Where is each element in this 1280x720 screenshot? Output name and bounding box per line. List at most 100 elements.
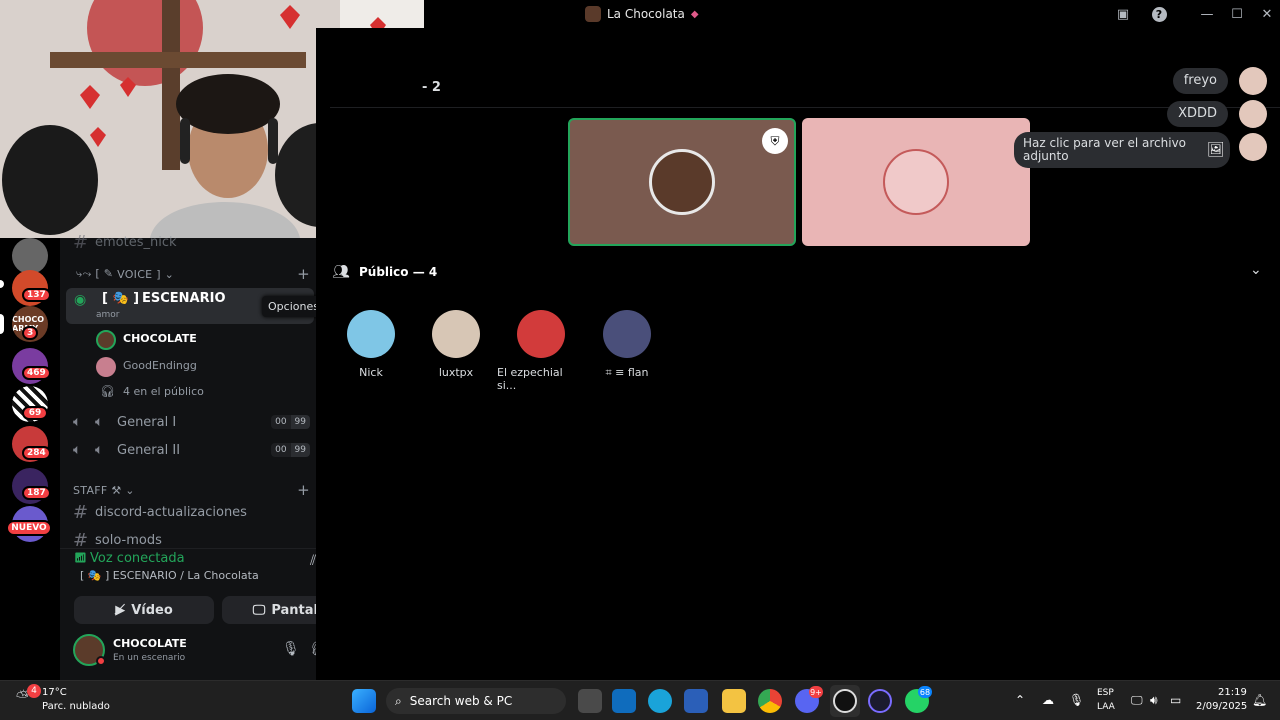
audience-member[interactable]: Nick [327, 310, 415, 379]
member-avatar [603, 310, 651, 358]
edge-icon[interactable] [648, 689, 672, 713]
category-name: STAFF ⚒ [73, 483, 122, 497]
voice-location[interactable]: [ 🎭 ] ESCENARIO / La Chocolata [80, 569, 259, 582]
speakers-count: - 2 [422, 80, 441, 95]
add-channel-icon[interactable]: + [297, 265, 310, 283]
attachment-text: Haz clic para ver el archivo adjunto [1023, 136, 1187, 163]
window-title: La Chocolata ◆ [585, 5, 699, 23]
battery-icon[interactable]: ▭ [1170, 693, 1181, 707]
speaker-icon: 🔈︎ [95, 414, 104, 430]
minimize-icon[interactable]: — [1196, 4, 1218, 24]
chevron-down-icon[interactable]: ⌄ [1250, 262, 1262, 278]
task-view-icon[interactable] [578, 689, 602, 713]
audience-member[interactable]: El ezpechial si... [497, 310, 585, 392]
stage-topic: amor [96, 310, 120, 320]
stage-user-name[interactable]: GoodEndingg [123, 359, 197, 372]
maximize-icon[interactable]: ☐ [1226, 4, 1248, 24]
chevron-up-icon[interactable]: ⌃ [1015, 693, 1025, 707]
mention-badge: 3 [22, 326, 39, 340]
weather-badge: 4 [27, 684, 41, 698]
audience-header: Público — 4 [359, 265, 438, 279]
clock-date[interactable]: 2/09/2025 [1196, 701, 1247, 712]
speaker-tile[interactable]: ⛨ [568, 118, 796, 246]
speaker-avatar [649, 149, 715, 215]
voice-connected-label[interactable]: Voz conectada [90, 551, 185, 566]
outlook-icon[interactable] [612, 689, 636, 713]
store-icon[interactable] [684, 689, 708, 713]
user-count: 00 [271, 415, 291, 429]
obs-icon[interactable] [833, 689, 857, 713]
divider [330, 107, 1280, 108]
speaker-tile[interactable] [802, 118, 1030, 246]
category-staff[interactable]: STAFF ⚒ ⌄ + [73, 481, 310, 499]
selected-pill [0, 314, 4, 334]
network-icon[interactable]: 🖵︎ [1131, 693, 1143, 708]
image-icon: 🖼︎ [1207, 142, 1225, 158]
stage-user-name[interactable]: CHOCOLATE [123, 332, 197, 345]
windows-taskbar: ⛅︎ 4 17°C Parc. nublado ⌕ Search web & PC… [0, 680, 1280, 720]
clock-time[interactable]: 21:19 [1218, 687, 1247, 698]
user-avatar [96, 357, 116, 377]
user-status: En un escenario [113, 653, 186, 663]
inbox-icon[interactable]: ▣ [1112, 4, 1134, 24]
user-name: CHOCOLATE [113, 637, 187, 650]
screen-share-icon: 🖵︎ [252, 602, 266, 618]
video-off-icon: ▶̸ [115, 602, 126, 618]
user-count: 00 [271, 443, 291, 457]
chrome-icon[interactable] [758, 689, 782, 713]
video-button[interactable]: ▶̸ Vídeo [74, 596, 214, 624]
channel-name: General I [117, 414, 177, 430]
server-list: 137 CHOCO ARMY 3 469 69 284 187 NUEVO [0, 238, 60, 680]
member-name: ⌗ ≡ flan [605, 366, 649, 379]
add-channel-icon[interactable]: + [297, 481, 310, 499]
category-voice[interactable]: ⤷⤳ [ ✎ VOICE ] ⌄ + [76, 265, 310, 283]
hash-icon: # [73, 232, 89, 253]
cloud-icon[interactable]: ☁ [1042, 693, 1054, 707]
close-icon[interactable]: ✕ [1256, 4, 1278, 24]
member-name: luxtpx [438, 366, 474, 379]
hash-icon: # [73, 502, 89, 523]
status-indicator [96, 656, 106, 666]
volume-icon[interactable]: 🔊︎ [1150, 693, 1158, 708]
chat-bubble[interactable]: XDDD [1167, 101, 1228, 127]
folder-icon[interactable] [722, 689, 746, 713]
language-sub: LAA [1097, 702, 1115, 712]
user-avatar [96, 330, 116, 350]
audience-member[interactable]: luxtpx [412, 310, 500, 379]
chat-avatar [1239, 67, 1267, 95]
member-avatar [347, 310, 395, 358]
mention-badge: 469 [22, 366, 51, 380]
server-icon [585, 6, 601, 22]
new-badge: NUEVO [6, 520, 52, 536]
cortana-icon[interactable] [868, 689, 892, 713]
attachment-bubble[interactable]: Haz clic para ver el archivo adjunto [1014, 132, 1230, 168]
help-icon[interactable]: ? [1148, 4, 1170, 24]
stage-view: - 2 ⛨ freyo XDDD Haz clic para ver el ar… [316, 28, 1280, 680]
unread-pill [0, 280, 4, 288]
voice-channel-general-1[interactable]: 🔈︎ 🔈︎ General I 00 99 [73, 414, 310, 430]
server-icon-1[interactable] [12, 238, 48, 274]
member-name: El ezpechial si... [497, 366, 563, 392]
window-title-text: La Chocolata [607, 7, 685, 21]
chat-bubble[interactable]: freyo [1172, 68, 1228, 94]
search-box[interactable]: ⌕ Search web & PC [386, 688, 566, 714]
channel-item[interactable]: # emotes_nick [73, 232, 310, 253]
channel-name: General II [117, 442, 181, 458]
start-button[interactable] [352, 689, 376, 713]
speaker-icon: 🔈︎ [95, 442, 104, 458]
mention-badge: 137 [22, 288, 51, 302]
text-channel-item[interactable]: # discord-actualizaciones [73, 502, 310, 523]
weather-temp: 17°C [42, 687, 67, 698]
voice-channel-general-2[interactable]: 🔈︎ 🔈︎ General II 00 99 [73, 442, 310, 458]
microphone-icon[interactable]: 🎙︎ [1069, 693, 1084, 707]
speaker-avatar [883, 149, 949, 215]
language-code[interactable]: ESP [1097, 688, 1114, 698]
whatsapp-badge: 68 [918, 686, 932, 698]
notification-icon[interactable]: 🔔︎ [1252, 693, 1267, 707]
mention-badge: 69 [22, 406, 48, 420]
audience-member[interactable]: ⌗ ≡ flan [583, 310, 671, 380]
channel-name: emotes_nick [95, 235, 177, 250]
member-name: Nick [359, 366, 383, 379]
microphone-icon[interactable]: 🎙︎ [282, 641, 300, 657]
stage-channel-name: ESCENARIO [142, 291, 226, 306]
